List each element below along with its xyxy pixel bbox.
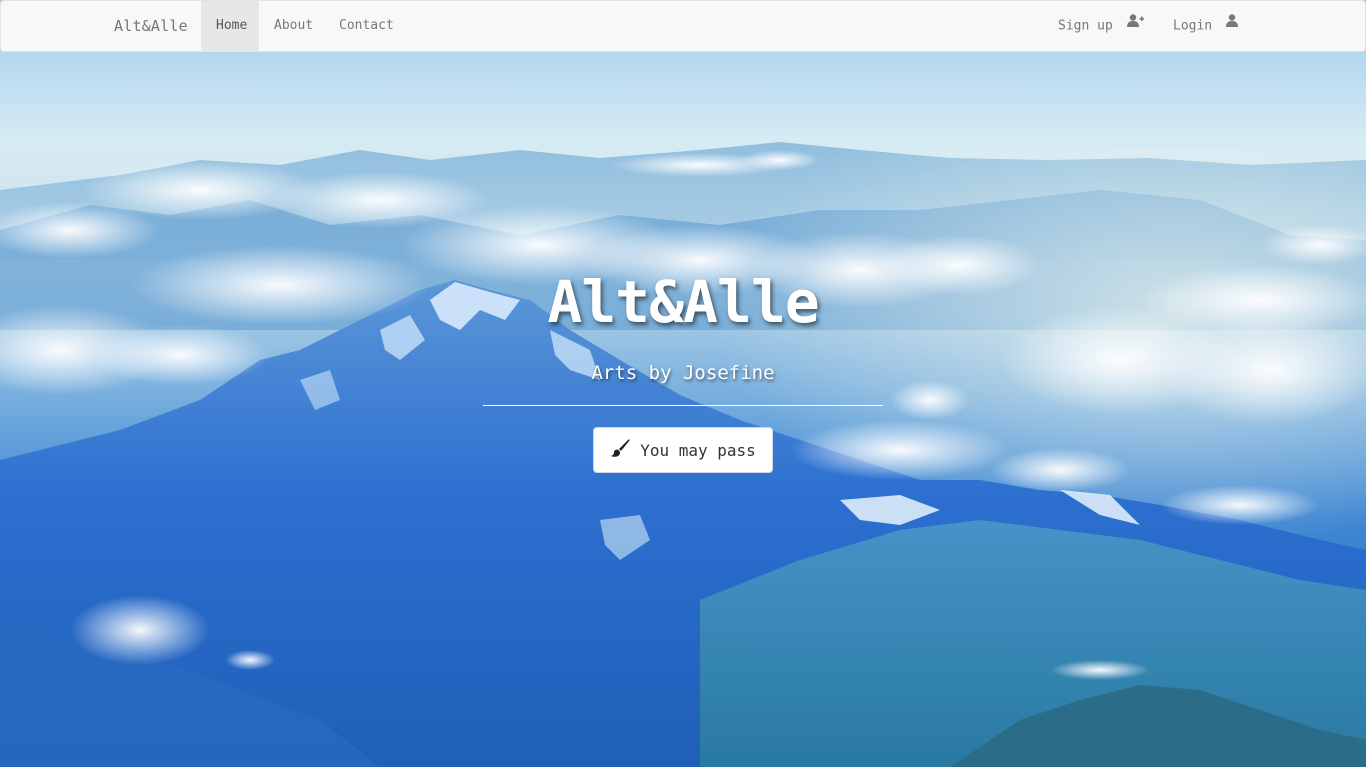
nav-item-signup[interactable]: Sign up bbox=[1043, 1, 1159, 51]
hero-subtitle: Arts by Josefine bbox=[591, 362, 775, 384]
paint-brush-icon bbox=[610, 438, 630, 462]
top-navbar: Alt&Alle Home About Contact Sign up Logi… bbox=[0, 0, 1366, 52]
nav-item-home[interactable]: Home bbox=[201, 1, 259, 51]
nav-item-signup-label: Sign up bbox=[1058, 18, 1113, 34]
nav-item-login-label: Login bbox=[1173, 18, 1213, 34]
nav-item-contact[interactable]: Contact bbox=[324, 1, 409, 51]
hero-divider bbox=[483, 405, 883, 406]
nav-item-about[interactable]: About bbox=[259, 1, 328, 51]
navbar-brand[interactable]: Alt&Alle bbox=[114, 17, 188, 35]
nav-item-login[interactable]: Login bbox=[1158, 1, 1253, 51]
hero-title: Alt&Alle bbox=[547, 268, 819, 336]
user-icon bbox=[1225, 0, 1238, 49]
you-may-pass-button[interactable]: You may pass bbox=[593, 427, 773, 473]
user-plus-icon bbox=[1126, 0, 1144, 49]
cta-label: You may pass bbox=[640, 440, 756, 460]
